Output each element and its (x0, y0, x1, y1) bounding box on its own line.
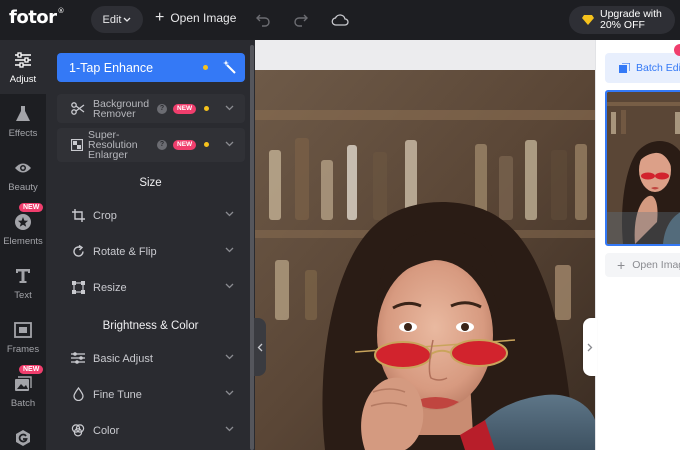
rotate-flip-item[interactable]: Rotate & Flip (57, 237, 245, 267)
droplet-icon (71, 387, 85, 401)
enlarge-icon (71, 139, 83, 151)
rail-item-beauty[interactable]: Beauty (0, 148, 46, 202)
collapse-panel-tab[interactable] (254, 318, 266, 376)
g-logo-icon (13, 428, 33, 448)
rail-item-effects[interactable]: Effects (0, 94, 46, 148)
expand-right-panel-tab[interactable] (583, 318, 597, 376)
cloud-save-icon[interactable] (331, 11, 349, 29)
chevron-down-icon (225, 247, 234, 253)
frame-icon (13, 320, 33, 340)
batch-icon (619, 62, 630, 73)
plus-icon: + (617, 257, 626, 273)
help-icon[interactable]: ? (157, 104, 167, 114)
resize-icon (71, 280, 85, 294)
fotor-logo[interactable]: fotor® (9, 7, 65, 28)
rotate-icon (71, 244, 85, 258)
new-badge: NEW (19, 365, 44, 374)
right-panel: Batch Edit + Open Ima (595, 40, 680, 450)
rail-item-g-logo[interactable] (0, 418, 46, 450)
premium-dot (204, 142, 209, 147)
rail-item-adjust[interactable]: Adjust (0, 40, 46, 94)
text-t-icon (13, 266, 33, 286)
crop-icon (71, 208, 85, 222)
one-tap-enhance-button[interactable]: 1-Tap Enhance (57, 53, 245, 82)
color-circles-icon (71, 423, 85, 437)
fine-tune-item[interactable]: Fine Tune (57, 380, 245, 410)
upgrade-button[interactable]: Upgrade with 20% OFF (569, 6, 675, 34)
chevron-down-icon (225, 105, 234, 111)
star-circle-icon (13, 212, 33, 232)
premium-dot (204, 106, 209, 111)
open-image-button-right[interactable]: + Open Image (605, 253, 680, 277)
scissors-icon (71, 102, 85, 115)
chevron-down-icon (124, 17, 131, 22)
rail-item-text[interactable]: Text (0, 256, 46, 310)
notification-dot (674, 44, 680, 56)
eye-icon (13, 158, 33, 178)
resize-item[interactable]: Resize (57, 273, 245, 303)
chevron-down-icon (225, 390, 234, 396)
brightness-color-section-title: Brightness & Color (102, 320, 199, 332)
new-badge: NEW (19, 203, 44, 212)
rail-item-frames[interactable]: Frames (0, 310, 46, 364)
chevron-down-icon (225, 426, 234, 432)
portrait-photo[interactable] (255, 40, 595, 450)
top-bar: fotor® Edit + Open Image Upgrade with 20… (0, 0, 680, 40)
sliders-icon (71, 351, 85, 365)
chevron-down-icon (225, 354, 234, 360)
premium-dot (203, 65, 208, 70)
chevron-left-icon (257, 343, 263, 351)
rail-item-elements[interactable]: Elements NEW (0, 202, 46, 256)
help-icon[interactable]: ? (157, 140, 167, 150)
new-badge: NEW (173, 104, 197, 114)
chevron-right-icon (587, 343, 593, 351)
chevron-down-icon (225, 211, 234, 217)
open-image-button[interactable]: + Open Image (155, 9, 236, 26)
super-resolution-enlarger-item[interactable]: Super- Resolution Enlarger ? NEW (57, 128, 245, 162)
size-section-title: Size (139, 177, 162, 189)
undo-icon[interactable] (254, 11, 272, 29)
redo-icon[interactable] (292, 11, 310, 29)
chevron-down-icon (225, 141, 234, 147)
batch-edit-button[interactable]: Batch Edit (605, 53, 680, 83)
fotor-editor: fotor® Edit + Open Image Upgrade with 20… (0, 0, 680, 450)
panel-scrollbar[interactable] (250, 45, 254, 450)
flask-icon (13, 104, 33, 124)
editor-canvas[interactable] (255, 40, 595, 450)
sliders-icon (13, 50, 33, 70)
chevron-down-icon (225, 283, 234, 289)
new-badge: NEW (173, 140, 197, 150)
rail-item-batch[interactable]: Batch NEW (0, 364, 46, 418)
basic-adjust-item[interactable]: Basic Adjust (57, 344, 245, 374)
crop-item[interactable]: Crop (57, 201, 245, 231)
plus-icon: + (155, 9, 165, 26)
magic-wand-icon (223, 60, 236, 74)
background-remover-item[interactable]: Background Remover ? NEW (57, 94, 245, 123)
color-item[interactable]: Color (57, 416, 245, 446)
batch-images-icon (13, 374, 33, 394)
diamond-icon (582, 15, 594, 25)
image-thumbnail[interactable] (605, 90, 680, 246)
edit-menu-button[interactable]: Edit (91, 6, 143, 33)
tool-rail: Adjust Effects Beauty Elements NEW Text … (0, 40, 46, 450)
